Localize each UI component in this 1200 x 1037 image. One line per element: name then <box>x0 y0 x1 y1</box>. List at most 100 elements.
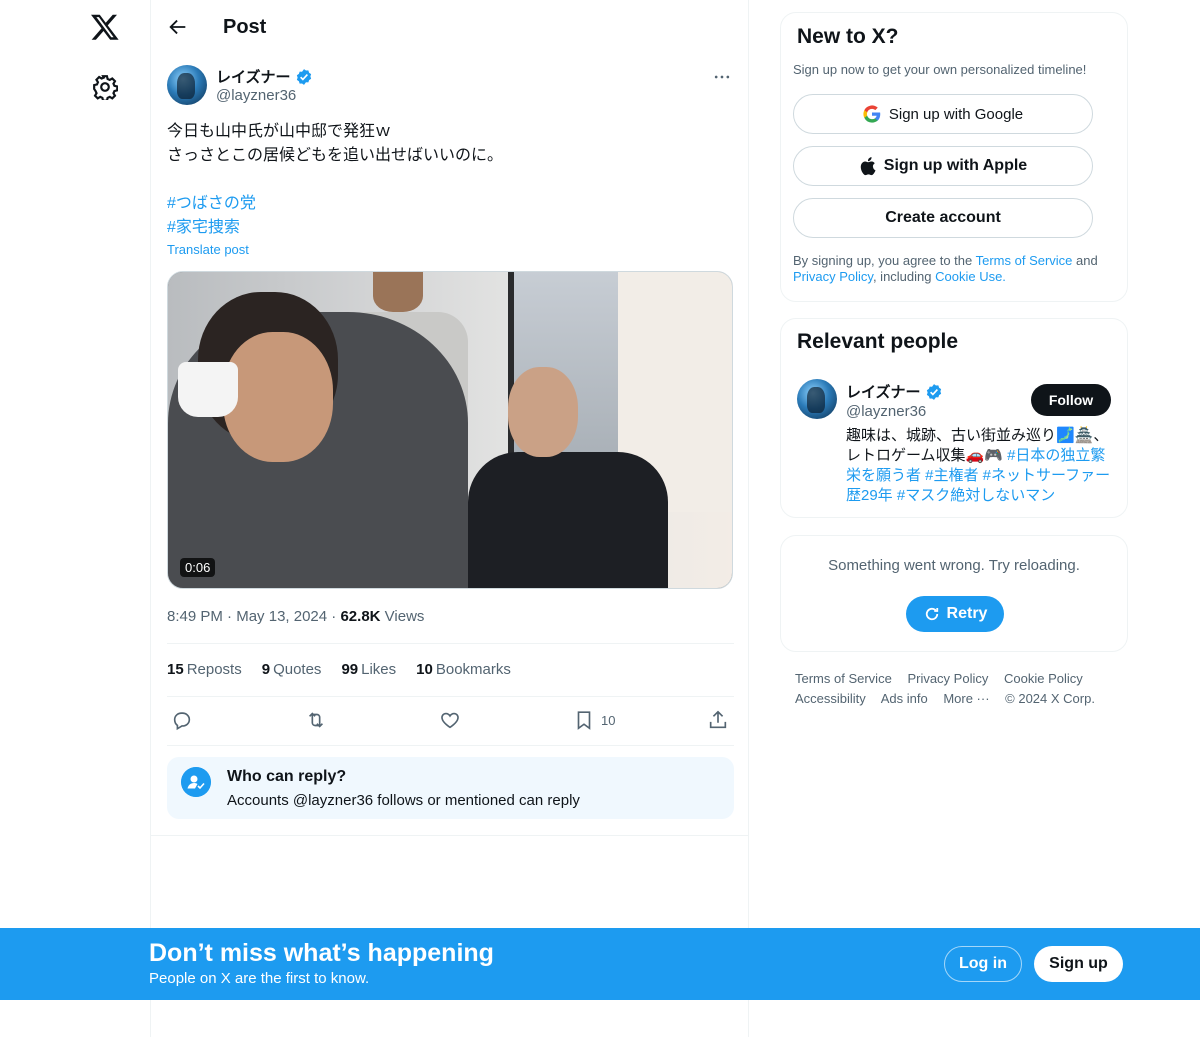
signup-apple-label: Sign up with Apple <box>883 157 1028 174</box>
views-count: 62.8K <box>340 608 381 625</box>
signup-card: New to X? Sign up now to get your own pe… <box>780 12 1128 302</box>
hashtag-link[interactable]: #家宅捜索 <box>167 216 727 240</box>
banner-subtitle: People on X are the first to know. <box>149 970 370 987</box>
divider <box>167 696 734 697</box>
like-button[interactable] <box>439 708 461 732</box>
action-bar: 10 <box>167 708 734 732</box>
author-name-row[interactable]: レイズナー <box>216 66 313 87</box>
trends-error-card: Something went wrong. Try reloading. Ret… <box>780 535 1128 652</box>
avatar[interactable] <box>167 65 207 105</box>
repost-icon <box>308 712 324 728</box>
follow-button[interactable]: Follow <box>1031 384 1111 416</box>
quotes-label: Quotes <box>273 661 322 678</box>
translate-post-link[interactable]: Translate post <box>167 242 249 257</box>
reply-icon <box>173 712 191 731</box>
bookmarks-count: 10 <box>416 661 433 678</box>
author-handle[interactable]: @layzner36 <box>216 87 296 104</box>
avatar[interactable] <box>797 379 837 419</box>
bookmarks-label: Bookmarks <box>435 661 511 678</box>
create-account-button[interactable]: Create account <box>793 198 1093 238</box>
terms-link[interactable]: Terms of Service <box>976 253 1073 268</box>
quotes-stat[interactable]: 9 Quotes <box>262 661 322 678</box>
bookmarks-stat[interactable]: 10 Bookmarks <box>416 661 511 678</box>
legal-text: , including <box>872 269 936 284</box>
more-options-icon[interactable] <box>712 67 732 87</box>
share-icon <box>709 710 727 729</box>
video-frame-person <box>223 332 333 462</box>
tweet-date[interactable]: May 13, 2024 <box>236 608 327 625</box>
cookie-link[interactable]: Cookie Use. <box>935 269 1006 284</box>
signup-apple-button[interactable]: Sign up with Apple <box>793 146 1093 186</box>
bookmark-count: 10 <box>601 712 616 728</box>
reposts-stat[interactable]: 15 Reposts <box>167 661 242 678</box>
apple-icon <box>860 157 876 176</box>
video-frame-person <box>468 452 668 588</box>
reply-button[interactable] <box>171 708 193 732</box>
page-title: Post <box>223 15 267 38</box>
login-button[interactable]: Log in <box>944 946 1022 982</box>
login-banner: Don’t miss what’s happening People on X … <box>0 928 1200 1000</box>
reposts-count: 15 <box>167 661 184 678</box>
likes-stat[interactable]: 99 Likes <box>341 661 396 678</box>
signup-card-title: New to X? <box>797 25 899 48</box>
refresh-icon <box>925 607 938 621</box>
share-button[interactable] <box>707 708 729 732</box>
privacy-link[interactable]: Privacy Policy <box>793 269 873 284</box>
who-can-reply-title: Who can reply? <box>227 768 347 785</box>
footer-link[interactable]: Accessibility <box>795 691 866 706</box>
repost-button[interactable] <box>305 708 327 732</box>
divider <box>167 745 734 746</box>
gear-icon[interactable] <box>92 74 118 100</box>
left-rail <box>0 0 150 1037</box>
bookmark-icon <box>577 711 591 730</box>
video-frame-person <box>373 272 423 312</box>
signup-legal-text: By signing up, you agree to the Terms of… <box>793 253 1119 285</box>
error-message: Something went wrong. Try reloading. <box>828 557 1080 574</box>
tweet-time[interactable]: 8:49 PM <box>167 608 223 625</box>
person-bio: 趣味は、城跡、古い街並み巡り🗾🏯、レトロゲーム収集🚗🎮 #日本の独立繁栄を願う者… <box>846 426 1116 506</box>
reposts-label: Reposts <box>186 661 242 678</box>
divider <box>167 643 734 644</box>
main-column: Post レイズナー @layzner36 今日も山中氏が山中邸で発狂ｗ さっさ… <box>150 0 749 1037</box>
views-label: Views <box>384 608 425 625</box>
video-player[interactable]: 0:06 <box>167 271 733 589</box>
tweet-line: 今日も山中氏が山中邸で発狂ｗ <box>167 123 392 140</box>
verified-badge-icon <box>926 383 941 400</box>
x-logo-icon[interactable] <box>90 12 120 42</box>
hashtag-link[interactable]: #つばさの党 <box>167 192 727 216</box>
footer-link[interactable]: Terms of Service <box>795 671 892 686</box>
legal-text: and <box>1072 253 1098 268</box>
bookmark-button[interactable]: 10 <box>573 708 615 732</box>
video-frame-cup <box>178 362 238 417</box>
footer-links: Terms of Service Privacy Policy Cookie P… <box>795 669 1115 709</box>
divider <box>151 835 749 836</box>
likes-count: 99 <box>341 661 359 678</box>
person-name[interactable]: レイズナー <box>846 381 921 402</box>
legal-text: By signing up, you agree to the <box>793 253 976 268</box>
retry-button[interactable]: Retry <box>906 596 1004 632</box>
footer-link[interactable]: Privacy Policy <box>907 671 988 686</box>
retry-label: Retry <box>946 605 988 622</box>
back-arrow-icon[interactable] <box>167 16 189 38</box>
who-can-reply-box: Who can reply? Accounts @layzner36 follo… <box>167 757 734 819</box>
tweet-author: レイズナー @layzner36 <box>167 65 734 107</box>
tweet-line: さっさとこの居候どもを追い出せばいいのに。 <box>167 147 504 164</box>
heart-icon <box>441 712 459 729</box>
person-name-row[interactable]: レイズナー <box>846 381 943 402</box>
author-name[interactable]: レイズナー <box>216 66 291 87</box>
top-bar: Post <box>151 0 748 54</box>
relevant-people-title: Relevant people <box>797 330 959 353</box>
footer-link[interactable]: Ads info <box>881 691 928 706</box>
copyright: © 2024 X Corp. <box>1005 691 1095 706</box>
person-handle[interactable]: @layzner36 <box>846 403 926 420</box>
footer-link[interactable]: Cookie Policy <box>1004 671 1083 686</box>
google-icon <box>863 105 881 123</box>
footer-more-link[interactable]: More ··· <box>943 691 989 706</box>
banner-title: Don’t miss what’s happening <box>149 939 494 967</box>
tweet-text: 今日も山中氏が山中邸で発狂ｗ さっさとこの居候どもを追い出せばいいのに。 #つば… <box>167 120 727 240</box>
quotes-count: 9 <box>261 661 271 678</box>
relevant-people-card: Relevant people レイズナー @layzner36 Follow … <box>780 318 1128 518</box>
signup-google-button[interactable]: Sign up with Google <box>793 94 1093 134</box>
signup-button[interactable]: Sign up <box>1034 946 1123 982</box>
